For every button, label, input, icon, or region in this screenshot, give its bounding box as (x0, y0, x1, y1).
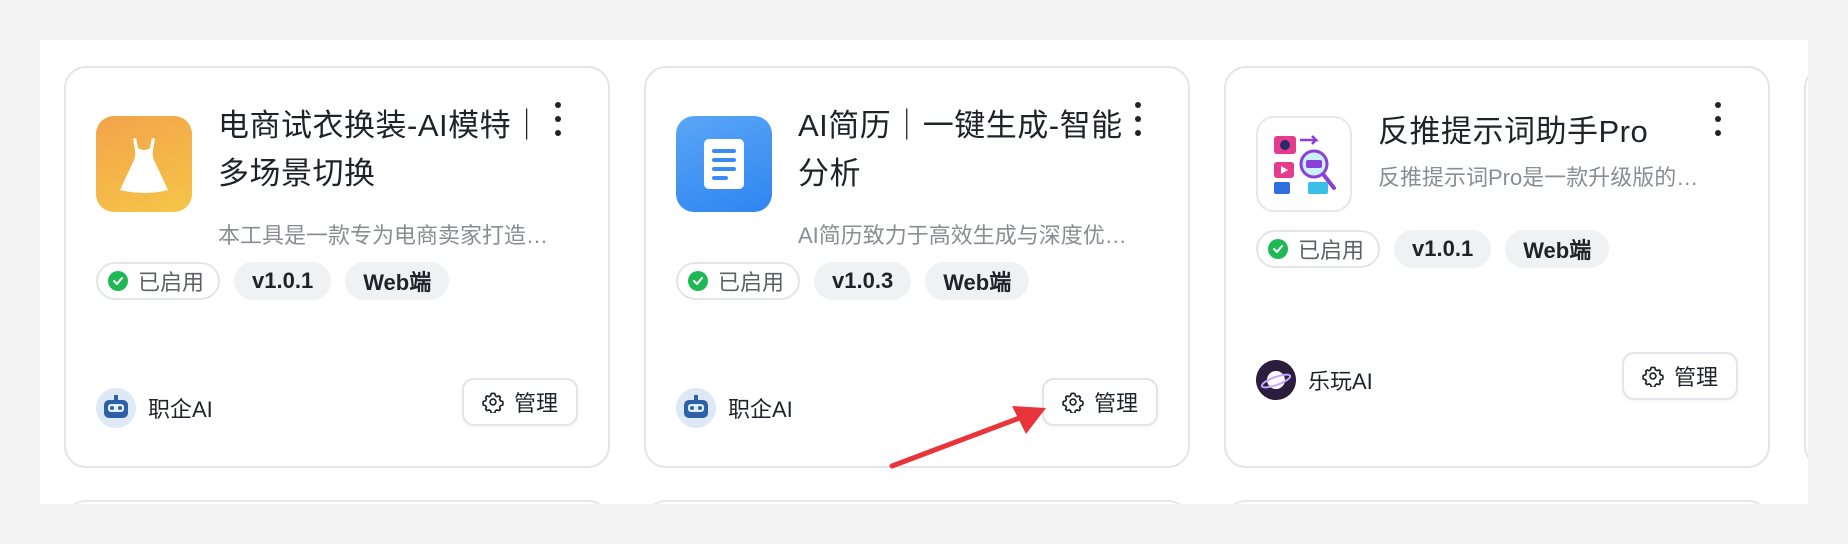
status-badge: 已启用 (1256, 230, 1381, 268)
platform-badge: Web端 (925, 262, 1030, 300)
more-options-icon[interactable] (548, 102, 568, 136)
tag-row: 已启用 v1.0.1 Web端 (96, 262, 450, 300)
platform-badge: Web端 (1505, 230, 1610, 268)
app-card-next-row[interactable] (644, 500, 1190, 504)
app-description: 反推提示词Pro是一款升级版的… (1378, 165, 1699, 190)
gear-icon (1062, 392, 1084, 413)
document-icon (676, 116, 772, 212)
planet-avatar (1256, 360, 1296, 400)
manage-label: 管理 (1093, 391, 1138, 416)
manage-button[interactable]: 管理 (461, 378, 578, 426)
version-badge: v1.0.1 (234, 262, 332, 300)
status-label: 已启用 (138, 270, 205, 295)
status-badge: 已启用 (96, 262, 221, 300)
more-options-icon[interactable] (1128, 102, 1148, 136)
status-label: 已启用 (718, 270, 785, 295)
check-icon (108, 271, 128, 291)
author-info: 职企AI (96, 388, 213, 428)
author-name: 职企AI (728, 397, 793, 422)
manage-label: 管理 (1673, 365, 1718, 390)
app-title[interactable]: 反推提示词助手Pro (1378, 108, 1708, 156)
app-title[interactable]: AI简历｜一键生成-智能分析 (798, 102, 1128, 198)
status-label: 已启用 (1298, 238, 1365, 263)
app-card-next-row[interactable] (64, 500, 610, 504)
manage-button[interactable]: 管理 (1041, 378, 1158, 426)
app-card-prompt-reverse[interactable]: 反推提示词助手Pro 反推提示词Pro是一款升级版的… 已启用 v1.0.1 W… (1224, 66, 1770, 468)
check-icon (688, 271, 708, 291)
more-options-icon[interactable] (1708, 102, 1728, 136)
app-description: 本工具是一款专为电商卖家打造… (218, 223, 549, 248)
manage-button[interactable]: 管理 (1621, 352, 1738, 400)
tag-row: 已启用 v1.0.1 Web端 (1256, 230, 1610, 268)
gear-icon (482, 392, 504, 413)
app-description: AI简历致力于高效生成与深度优… (798, 223, 1127, 248)
check-icon (1268, 239, 1288, 259)
app-card-next-row[interactable] (1224, 500, 1770, 504)
version-badge: v1.0.3 (814, 262, 912, 300)
app-title[interactable]: 电商试衣换装-AI模特｜多场景切换 (218, 102, 548, 198)
author-name: 乐玩AI (1308, 369, 1373, 394)
dress-icon (96, 116, 192, 212)
robot-avatar (676, 388, 716, 428)
author-info: 职企AI (676, 388, 793, 428)
tag-row: 已启用 v1.0.3 Web端 (676, 262, 1030, 300)
manage-label: 管理 (513, 391, 558, 416)
robot-avatar (96, 388, 136, 428)
gear-icon (1642, 366, 1664, 387)
app-card-partial[interactable] (1804, 66, 1808, 468)
author-info: 乐玩AI (1256, 360, 1373, 400)
version-badge: v1.0.1 (1394, 230, 1492, 268)
platform-badge: Web端 (345, 262, 450, 300)
app-card-ecommerce-tryon[interactable]: 电商试衣换装-AI模特｜多场景切换 本工具是一款专为电商卖家打造… 已启用 v1… (64, 66, 610, 468)
status-badge: 已启用 (676, 262, 801, 300)
prompt-reverse-icon (1256, 116, 1352, 212)
author-name: 职企AI (148, 397, 213, 422)
annotation-arrow (889, 406, 1046, 469)
